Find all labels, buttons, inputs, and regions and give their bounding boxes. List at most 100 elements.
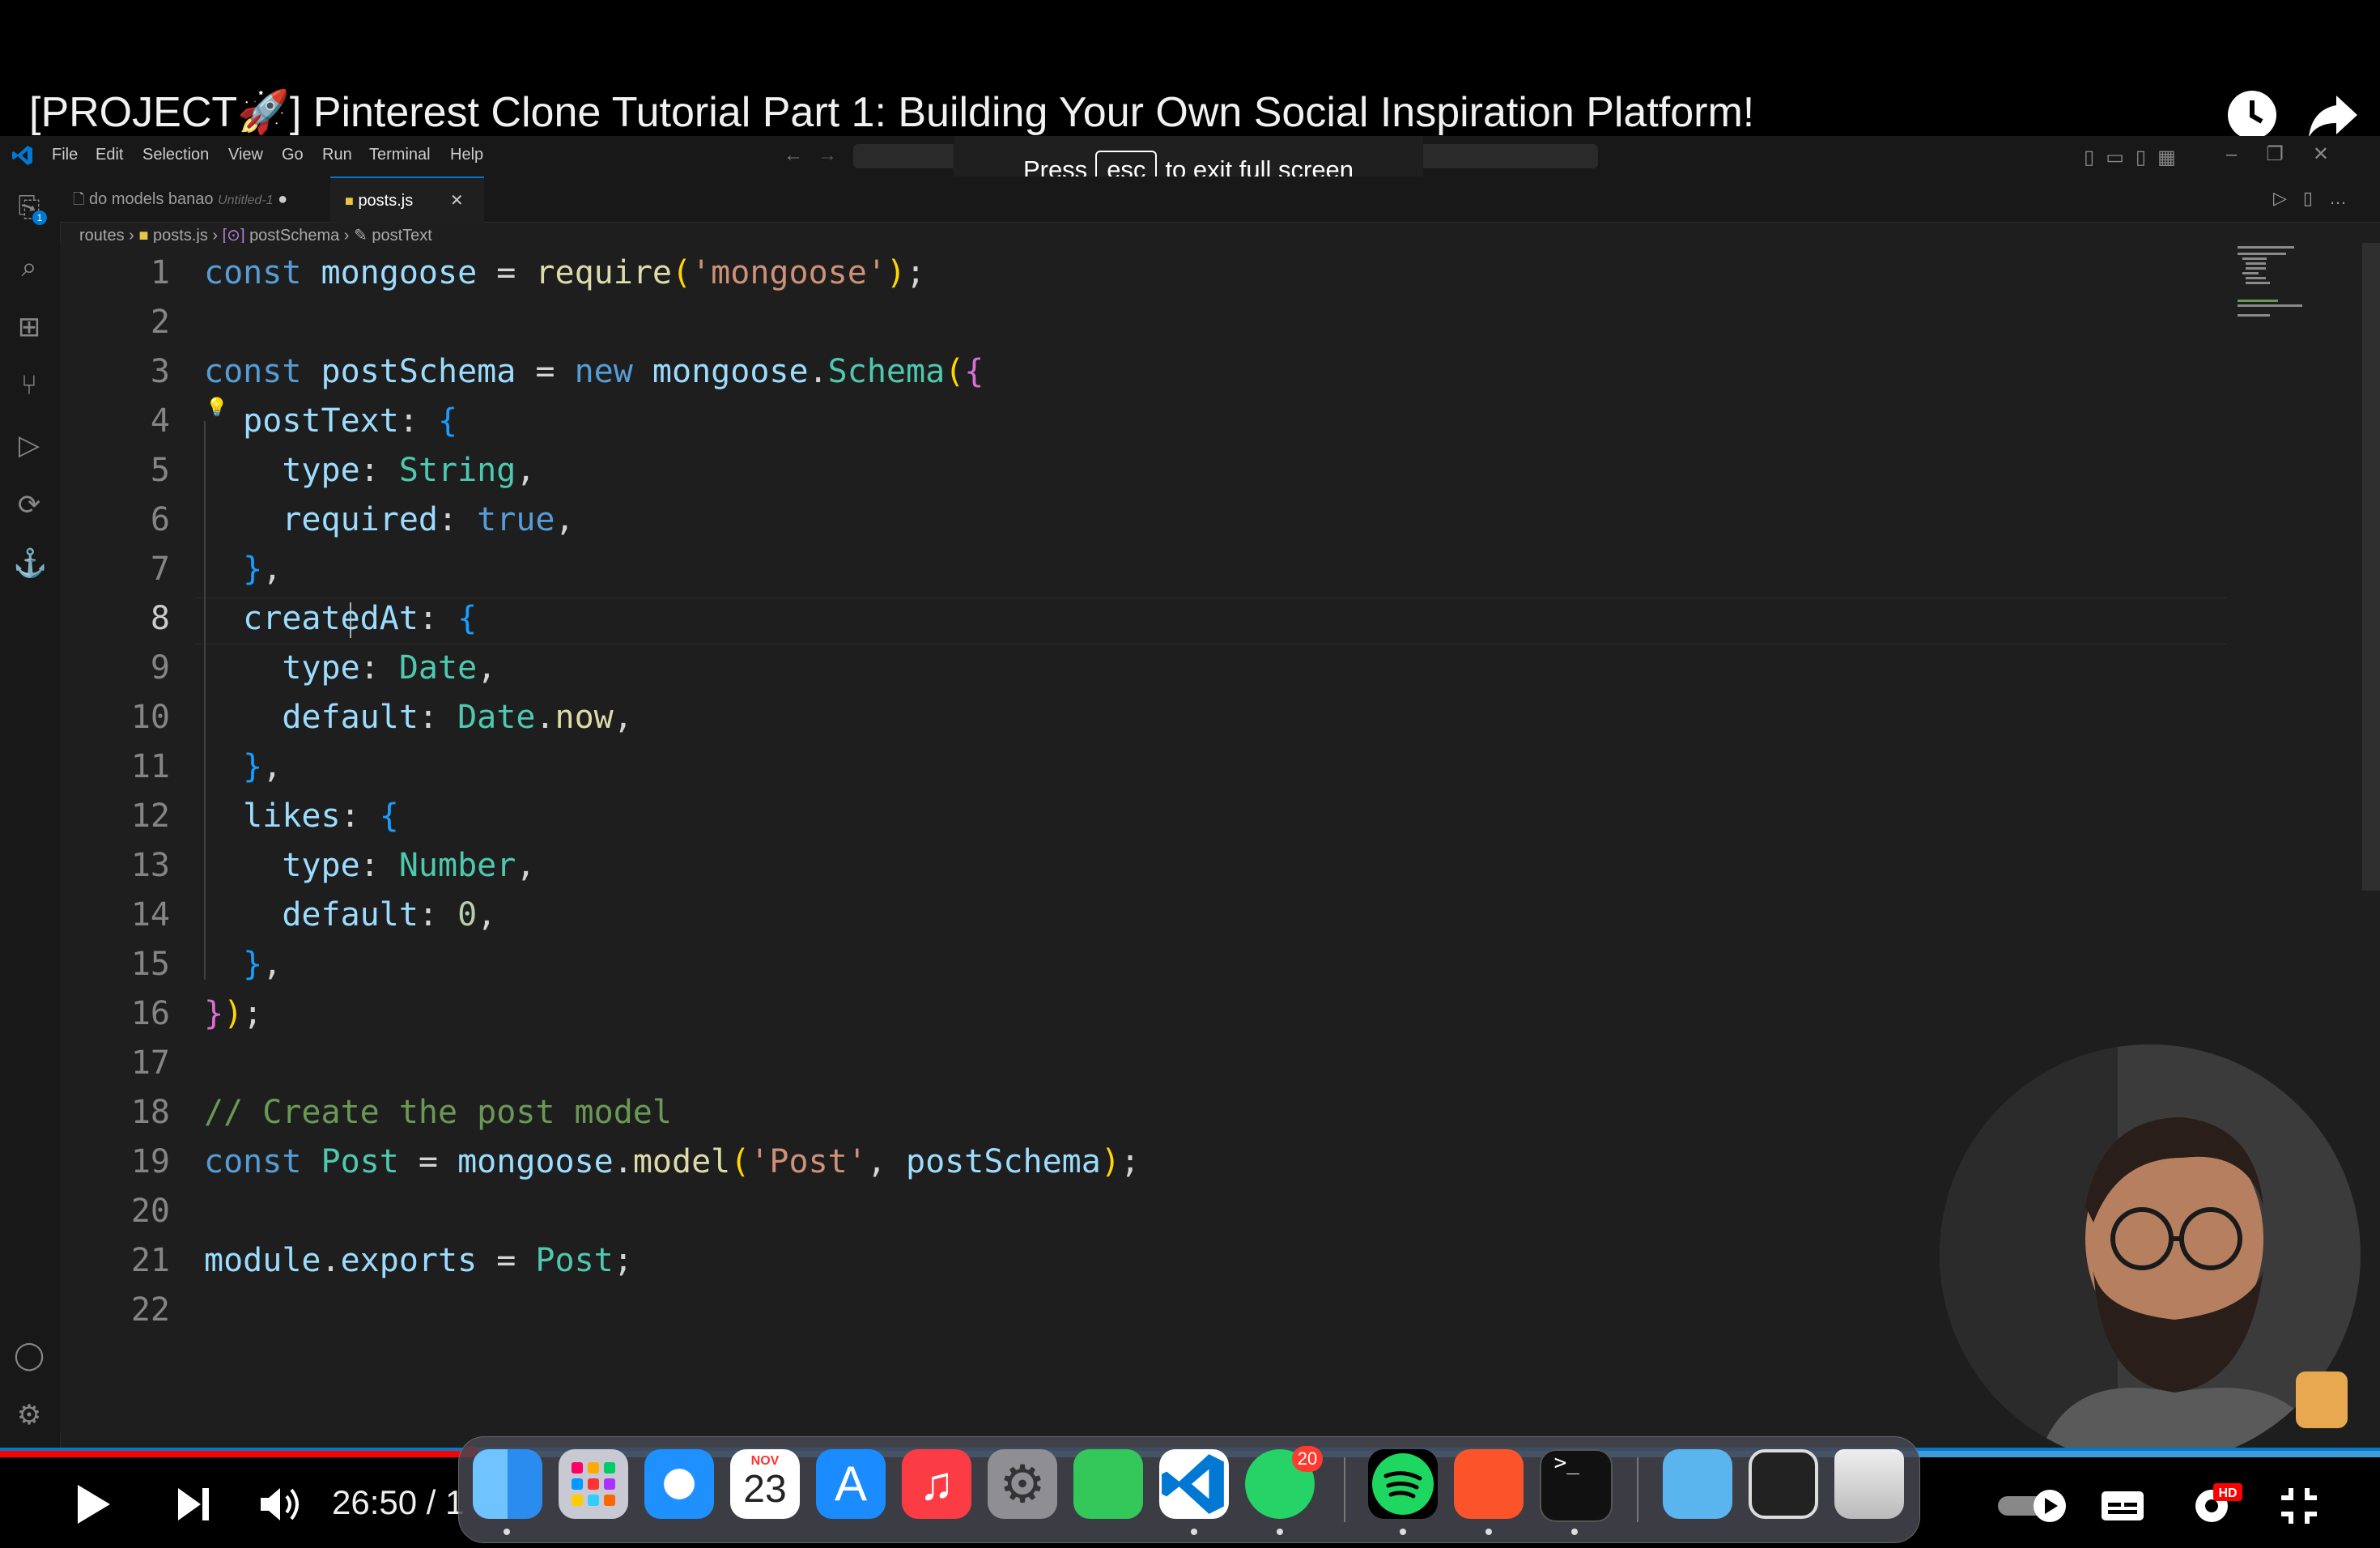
running-indicator xyxy=(1485,1529,1492,1535)
minimap[interactable] xyxy=(2234,243,2331,340)
line-number: 18 xyxy=(130,1094,170,1131)
layout-controls-icon[interactable]: ▯▭▯▦ xyxy=(2084,146,2187,169)
remote-icon[interactable]: ⟳ xyxy=(13,489,45,521)
safari-icon[interactable] xyxy=(644,1449,714,1519)
watch-later-icon[interactable] xyxy=(2226,89,2278,141)
code-line[interactable]: type: String, xyxy=(204,452,535,489)
vscode-dock-icon[interactable] xyxy=(1159,1449,1229,1519)
play-icon[interactable] xyxy=(76,1483,112,1529)
code-token: postSchema xyxy=(906,1143,1101,1180)
code-token: : xyxy=(359,649,399,687)
extensions-icon[interactable]: ⊞ xyxy=(13,311,45,343)
menu-terminal[interactable]: Terminal xyxy=(369,146,431,164)
code-token: new xyxy=(574,353,652,390)
downloads-folder-icon[interactable] xyxy=(1663,1449,1732,1519)
code-token: = xyxy=(398,1143,458,1180)
back-arrow-icon[interactable]: ← xyxy=(784,144,803,167)
share-icon[interactable] xyxy=(2307,89,2359,141)
timecode: 26:50 / 1 xyxy=(332,1483,465,1521)
code-line[interactable]: default: Date.now, xyxy=(204,699,633,736)
next-icon[interactable] xyxy=(176,1486,210,1526)
menu-selection[interactable]: Selection xyxy=(142,146,209,164)
code-token: = xyxy=(516,353,575,390)
source-control-icon[interactable]: ⑂ xyxy=(13,369,45,402)
menu-go[interactable]: Go xyxy=(282,146,304,164)
code-line[interactable]: }, xyxy=(204,748,282,785)
breadcrumb-schema[interactable]: postSchema xyxy=(249,227,339,245)
menu-view[interactable]: View xyxy=(228,146,263,164)
code-line[interactable]: likes: { xyxy=(204,797,399,835)
code-line[interactable]: // Create the post model xyxy=(204,1094,672,1131)
menu-run[interactable]: Run xyxy=(322,146,352,164)
code-line[interactable]: }, xyxy=(204,946,282,983)
code-line[interactable]: createdAt: { xyxy=(204,600,477,637)
code-line[interactable]: const mongoose = require('mongoose'); xyxy=(204,254,925,291)
code-line[interactable]: }); xyxy=(204,995,262,1032)
code-line[interactable]: type: Number, xyxy=(204,847,535,884)
search-icon[interactable]: ⌕ xyxy=(13,251,45,283)
system-settings-icon[interactable]: ⚙ xyxy=(988,1449,1057,1519)
tab-label: posts.js xyxy=(358,192,414,210)
dock-divider xyxy=(1344,1457,1345,1522)
breadcrumb-property[interactable]: postText xyxy=(372,227,431,245)
calendar-icon[interactable]: NOV 23 xyxy=(730,1449,800,1519)
volume-icon[interactable] xyxy=(259,1485,301,1528)
line-number: 11 xyxy=(130,748,170,785)
exit-fullscreen-icon[interactable] xyxy=(2280,1486,2318,1529)
code-token: default xyxy=(282,699,419,736)
code-token: . xyxy=(808,353,828,390)
brave-browser-icon[interactable] xyxy=(1454,1449,1524,1519)
line-number: 10 xyxy=(130,699,170,736)
property-icon: ✎ xyxy=(354,227,368,245)
app-store-icon[interactable]: A xyxy=(816,1449,886,1519)
settings-gear-icon[interactable]: ⚙ xyxy=(13,1399,45,1431)
editor-actions-icon[interactable]: ▷▯… xyxy=(2273,188,2363,209)
code-token: const xyxy=(204,254,321,291)
running-indicator xyxy=(504,1529,510,1535)
window-controls-icon[interactable]: –❐✕ xyxy=(2226,142,2358,166)
code-line[interactable]: default: 0, xyxy=(204,896,496,933)
anchor-icon[interactable]: ⚓ xyxy=(13,547,47,580)
code-line[interactable]: }, xyxy=(204,551,282,588)
facetime-icon[interactable] xyxy=(1073,1449,1143,1519)
menu-help[interactable]: Help xyxy=(450,146,483,164)
menu-edit[interactable]: Edit xyxy=(96,146,123,164)
code-token: } xyxy=(204,995,224,1032)
code-token: : xyxy=(418,896,458,933)
editor-scrollbar[interactable] xyxy=(2362,243,2380,891)
forward-arrow-icon[interactable]: → xyxy=(818,144,837,167)
settings-hd-icon[interactable]: HD xyxy=(2191,1482,2244,1531)
spotify-icon[interactable] xyxy=(1368,1449,1438,1519)
code-line[interactable]: const Post = mongoose.model('Post', post… xyxy=(204,1143,1140,1180)
accounts-icon[interactable]: ◯ xyxy=(13,1339,45,1372)
subtitles-icon[interactable] xyxy=(2100,1488,2145,1528)
launchpad-icon[interactable] xyxy=(559,1449,628,1519)
terminal-icon[interactable]: >_ xyxy=(1540,1449,1613,1522)
music-icon[interactable]: ♫ xyxy=(902,1449,971,1519)
finder-icon[interactable] xyxy=(473,1449,542,1519)
tab-label: do models banao xyxy=(89,190,214,208)
tab-untitled[interactable]: 🗋 do models banao Untitled-1 ● xyxy=(73,176,329,222)
trash-icon[interactable] xyxy=(1834,1449,1904,1519)
running-indicator xyxy=(1277,1529,1283,1535)
close-icon[interactable]: ✕ xyxy=(450,192,464,210)
running-indicator xyxy=(1571,1529,1578,1535)
line-number: 2 xyxy=(150,304,170,341)
screenshot-thumbnail-icon[interactable] xyxy=(1749,1449,1818,1519)
code-token: = xyxy=(477,1242,536,1279)
code-line[interactable]: required: true, xyxy=(204,501,574,538)
code-token: , xyxy=(477,649,497,687)
autoplay-toggle-icon[interactable] xyxy=(1996,1488,2074,1528)
breadcrumb-file[interactable]: posts.js xyxy=(153,227,208,245)
code-line[interactable]: const postSchema = new mongoose.Schema({ xyxy=(204,353,984,390)
menu-file[interactable]: File xyxy=(52,146,78,164)
code-token: now xyxy=(555,699,614,736)
code-line[interactable]: postText: { xyxy=(204,402,457,440)
code-token: mongoose xyxy=(652,353,809,390)
code-line[interactable]: module.exports = Post; xyxy=(204,1242,633,1279)
run-debug-icon[interactable]: ▷ xyxy=(13,429,45,461)
code-line[interactable]: type: Date, xyxy=(204,649,496,687)
breadcrumb-routes[interactable]: routes xyxy=(79,227,125,245)
tab-posts-js[interactable]: ■ posts.js ✕ xyxy=(330,176,484,223)
code-token: , xyxy=(262,551,283,588)
